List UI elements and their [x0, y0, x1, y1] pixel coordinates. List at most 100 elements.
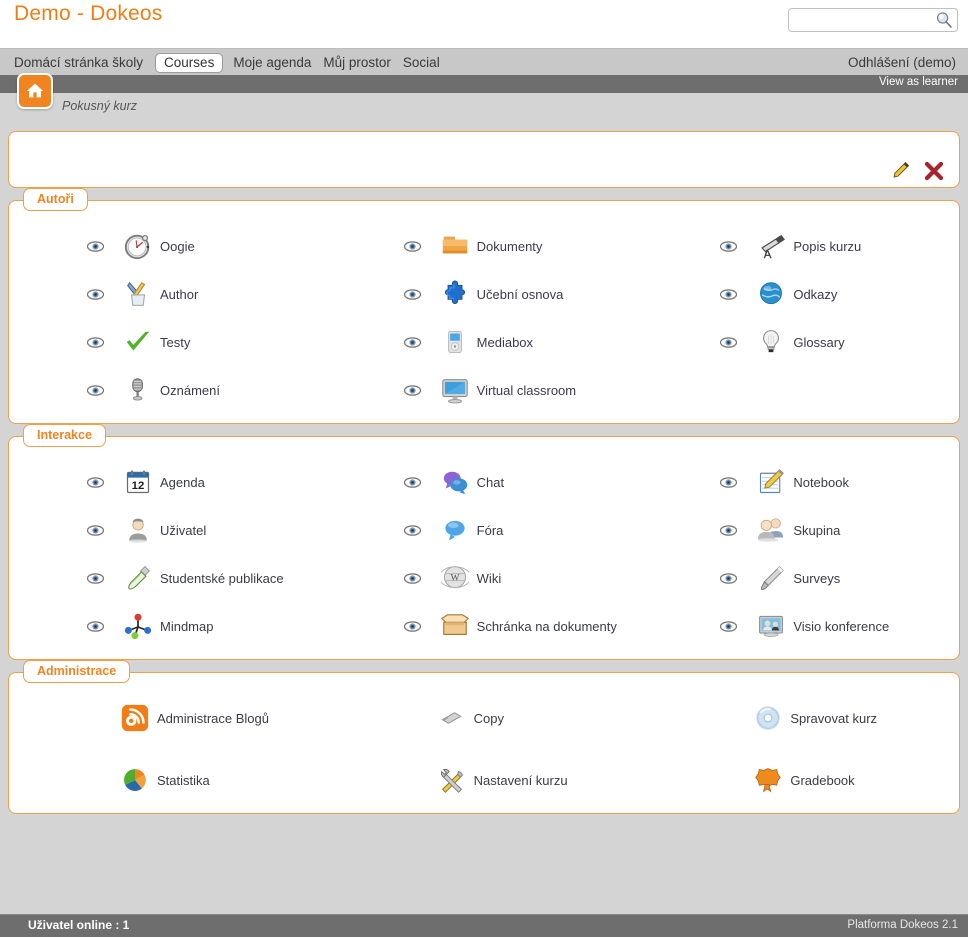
tool-label: Studentské publikace	[160, 570, 284, 586]
visibility-eye-icon[interactable]	[86, 572, 105, 585]
tool-virtual-classroom[interactable]: Virtual classroom	[326, 371, 643, 409]
course-intro-text	[9, 132, 959, 148]
tool-label: Schránka na dokumenty	[476, 618, 617, 634]
notepad-pencil-icon	[755, 466, 787, 498]
tool-links[interactable]: Odkazy	[642, 275, 959, 313]
nav-item-my-agenda[interactable]: Moje agenda	[233, 53, 323, 73]
visibility-eye-icon[interactable]	[403, 524, 421, 537]
tool-announcements[interactable]: Oznámení	[9, 371, 326, 409]
tool-label: Chat	[476, 474, 505, 490]
nav-items: Domácí stránka školy Courses Moje agenda…	[14, 49, 452, 76]
tool-label: Visio konference	[793, 618, 890, 634]
tool-student-publications[interactable]: Studentské publikace	[9, 559, 326, 597]
visibility-eye-icon[interactable]	[403, 384, 421, 397]
nav-item-my-space[interactable]: Můj prostor	[323, 53, 403, 73]
visibility-eye-icon[interactable]	[403, 240, 421, 253]
visibility-eye-icon[interactable]	[720, 572, 738, 585]
visibility-eye-icon[interactable]	[86, 288, 105, 301]
visibility-eye-icon[interactable]	[720, 288, 738, 301]
tool-course-settings[interactable]: Nastavení kurzu	[326, 761, 643, 799]
nav-item-courses[interactable]: Courses	[155, 52, 224, 73]
tool-label: Copy	[473, 710, 505, 726]
tool-label: Administrace Blogů	[157, 710, 269, 726]
tool-label: Notebook	[793, 474, 849, 490]
nav-item-home[interactable]: Domácí stránka školy	[14, 53, 155, 73]
tool-mindmap[interactable]: Mindmap	[9, 607, 326, 645]
breadcrumb: Pokusný kurz	[0, 73, 968, 126]
tool-course-description[interactable]: Popis kurzu	[642, 227, 959, 265]
nav-item-social[interactable]: Social	[403, 53, 452, 73]
tool-chat[interactable]: Chat	[326, 463, 643, 501]
usb-stick-icon	[436, 702, 468, 734]
visibility-eye-icon[interactable]	[403, 336, 421, 349]
tool-oogie[interactable]: Oogie	[9, 227, 326, 265]
tool-author[interactable]: Author	[9, 275, 326, 313]
tool-learning-path[interactable]: Učební osnova	[326, 275, 643, 313]
tool-gradebook[interactable]: Gradebook	[642, 761, 959, 799]
visibility-eye-icon[interactable]	[720, 524, 738, 537]
platform-version: Platforma Dokeos 2.1	[847, 919, 958, 931]
tool-blog-administration[interactable]: Administrace Blogů	[9, 699, 326, 737]
flashlight-icon	[755, 562, 787, 594]
tool-statistics[interactable]: Statistika	[9, 761, 326, 799]
visibility-eye-icon[interactable]	[720, 476, 738, 489]
visibility-eye-icon[interactable]	[403, 620, 421, 633]
visibility-eye-icon[interactable]	[86, 620, 105, 633]
tool-forums[interactable]: Fóra	[326, 511, 643, 549]
visibility-eye-icon[interactable]	[720, 620, 738, 633]
view-as-learner-link[interactable]: View as learner	[879, 76, 958, 88]
visibility-eye-icon[interactable]	[403, 288, 421, 301]
group-icon	[755, 514, 787, 546]
tool-label: Author	[160, 286, 199, 302]
tool-label: Statistika	[157, 772, 210, 788]
visibility-eye-icon[interactable]	[720, 240, 738, 253]
tool-agenda[interactable]: 12 Agenda	[9, 463, 326, 501]
tool-videoconference[interactable]: Visio konference	[642, 607, 959, 645]
visibility-eye-icon[interactable]	[403, 476, 421, 489]
wiki-globe-icon: W	[439, 562, 471, 594]
visibility-eye-icon[interactable]	[86, 240, 105, 253]
users-online-status: Uživatel online : 1	[28, 918, 130, 932]
tool-notebook[interactable]: Notebook	[642, 463, 959, 501]
tool-tests[interactable]: Testy	[9, 323, 326, 361]
search-box[interactable]	[788, 8, 958, 32]
tool-copy[interactable]: Copy	[326, 699, 643, 737]
close-x-icon[interactable]	[923, 160, 945, 182]
green-check-icon	[122, 326, 154, 358]
tool-label: Mediabox	[476, 334, 534, 350]
logout-link[interactable]: Odhlášení (demo)	[848, 49, 956, 76]
section-title-authoring: Autoři	[23, 188, 88, 211]
puzzle-icon	[439, 278, 471, 310]
search-input[interactable]	[789, 9, 925, 31]
top-header: Demo - Dokeos	[0, 0, 968, 48]
visibility-eye-icon[interactable]	[403, 572, 421, 585]
main-navigation: Domácí stránka školy Courses Moje agenda…	[0, 48, 968, 75]
visibility-eye-icon[interactable]	[86, 384, 105, 397]
search-icon[interactable]	[935, 11, 953, 29]
visibility-eye-icon[interactable]	[86, 476, 105, 489]
section-interaction: Interakce 12 Agenda Chat Notebook Uživat…	[8, 424, 960, 660]
tool-glossary[interactable]: Glossary	[642, 323, 959, 361]
tool-label: Gradebook	[790, 772, 855, 788]
tool-label: Popis kurzu	[793, 238, 862, 254]
intro-toolbar	[889, 160, 945, 182]
visibility-eye-icon[interactable]	[720, 336, 738, 349]
home-icon[interactable]	[17, 73, 53, 109]
tool-label: Glossary	[793, 334, 845, 350]
pencil-icon[interactable]	[889, 160, 911, 182]
tool-wiki[interactable]: W Wiki	[326, 559, 643, 597]
tool-users[interactable]: Uživatel	[9, 511, 326, 549]
tool-label: Uživatel	[160, 522, 207, 538]
tool-grid-authoring: Oogie Dokumenty Popis kurzu Author Učebn…	[9, 227, 959, 409]
visibility-eye-icon[interactable]	[86, 524, 105, 537]
tool-documents[interactable]: Dokumenty	[326, 227, 643, 265]
tool-manage-course[interactable]: Spravovat kurz	[642, 699, 959, 737]
tool-label: Agenda	[160, 474, 205, 490]
tool-mediabox[interactable]: Mediabox	[326, 323, 643, 361]
tool-groups[interactable]: Skupina	[642, 511, 959, 549]
visibility-eye-icon[interactable]	[86, 336, 105, 349]
tool-dropbox[interactable]: Schránka na dokumenty	[326, 607, 643, 645]
tool-surveys[interactable]: Surveys	[642, 559, 959, 597]
tools-icon	[436, 764, 468, 796]
globe-icon	[755, 278, 787, 310]
